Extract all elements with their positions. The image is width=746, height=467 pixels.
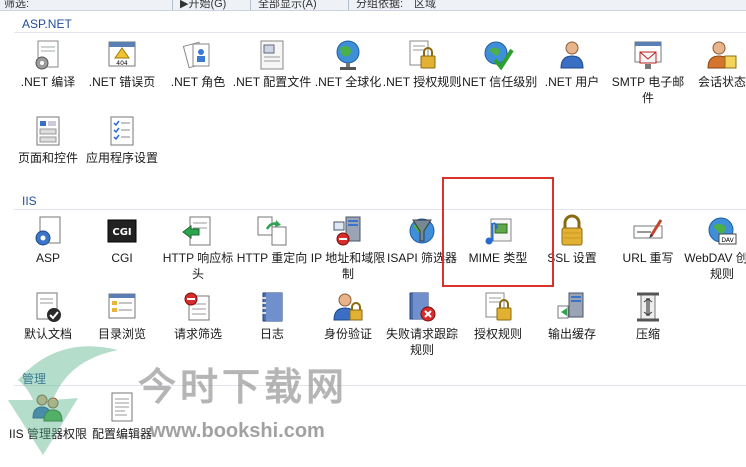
feature-logging[interactable]: 日志 [232, 290, 312, 366]
pages-controls-icon [36, 116, 60, 146]
isapi-filter-icon [409, 218, 435, 244]
section-divider [14, 32, 746, 33]
lock-document-icon [409, 40, 436, 69]
output-caching-icon [557, 292, 584, 319]
feature-net-users[interactable]: .NET 用户 [532, 38, 612, 114]
failed-request-tracing-icon [409, 292, 436, 322]
asp-icon [35, 216, 61, 246]
feature-session-state[interactable]: 会话状态 [682, 38, 746, 114]
toolbar-separator [250, 0, 251, 10]
ip-restrictions-icon [333, 216, 361, 246]
http-redirect-icon [257, 216, 287, 246]
watermark-url: www.bookshi.com [150, 420, 325, 442]
net-compile-icon [35, 40, 59, 70]
feature-cgi[interactable]: CGI CGI [82, 214, 162, 290]
webdav-icon: DAV [708, 217, 737, 245]
trust-level-icon [484, 41, 514, 71]
svg-text:DAV: DAV [721, 237, 734, 244]
feature-pages-controls[interactable]: 页面和控件 [8, 114, 88, 190]
feature-http-redirect[interactable]: HTTP 重定向 [232, 214, 312, 290]
url-rewrite-icon [633, 219, 663, 239]
compression-icon [637, 292, 659, 322]
feature-net-profile[interactable]: .NET 配置文件 [232, 38, 312, 114]
feature-mime-types[interactable]: MIME 类型 [458, 214, 538, 290]
authorization-rules-icon [485, 292, 512, 321]
feature-request-filtering[interactable]: 请求筛选 [158, 290, 238, 366]
watermark-logo-icon [8, 346, 118, 455]
toolbar-separator [348, 0, 349, 10]
filter-toolbar: 筛选: ▶开始(G) 全部显示(A) 分组依据: 区域 [0, 0, 746, 11]
group-by-label: 分组依据: [356, 0, 404, 10]
filter-label: 筛选: [4, 0, 30, 10]
feature-authentication[interactable]: 身份验证 [308, 290, 388, 366]
globe-icon [336, 40, 360, 70]
feature-url-rewrite[interactable]: URL 重写 [608, 214, 688, 290]
feature-output-caching[interactable]: 输出缓存 [532, 290, 612, 366]
feature-ssl-settings[interactable]: SSL 设置 [532, 214, 612, 290]
net-roles-icon [182, 41, 210, 69]
http-headers-icon [182, 216, 211, 246]
feature-smtp-email[interactable]: SMTP 电子邮件 [608, 38, 688, 114]
feature-net-error-pages[interactable]: 404 .NET 错误页 [82, 38, 162, 114]
logging-icon [262, 292, 283, 322]
error-page-404-icon: 404 [108, 41, 136, 67]
group-by-value[interactable]: 区域 [414, 0, 436, 10]
feature-asp[interactable]: ASP [8, 214, 88, 290]
feature-net-roles[interactable]: .NET 角色 [158, 38, 238, 114]
authentication-icon [333, 293, 363, 321]
feature-compression[interactable]: 压缩 [608, 290, 688, 366]
feature-net-authorization-rules[interactable]: .NET 授权规则 [382, 38, 462, 114]
feature-authorization-rules[interactable]: 授权规则 [458, 290, 538, 366]
mime-types-icon [485, 218, 512, 245]
toolbar-separator [172, 0, 173, 10]
default-document-icon [36, 292, 61, 322]
ssl-lock-icon [561, 214, 583, 246]
show-all-button[interactable]: 全部显示(A) [258, 0, 317, 10]
watermark-text: 今时下载网 [138, 364, 349, 409]
feature-application-settings[interactable]: 应用程序设置 [82, 114, 162, 190]
user-icon [560, 41, 584, 69]
feature-net-globalization[interactable]: .NET 全球化 [308, 38, 388, 114]
feature-ip-domain-restrictions[interactable]: IP 地址和域限制 [308, 214, 388, 290]
feature-net-compile[interactable]: .NET 编译 [8, 38, 88, 114]
feature-http-response-headers[interactable]: HTTP 响应标头 [158, 214, 238, 290]
net-profile-icon [260, 40, 284, 70]
feature-isapi-filters[interactable]: ISAPI 筛选器 [382, 214, 462, 290]
section-divider [14, 209, 746, 210]
feature-webdav-authoring-rules[interactable]: DAV WebDAV 创作规则 [682, 214, 746, 290]
start-button[interactable]: ▶开始(G) [180, 0, 226, 10]
feature-failed-request-tracing[interactable]: 失败请求跟踪规则 [382, 290, 462, 366]
smtp-email-icon [634, 41, 662, 69]
feature-net-trust-levels[interactable]: .NET 信任级别 [458, 38, 538, 114]
request-filtering-icon [184, 292, 210, 321]
section-title-iis: IIS [22, 194, 37, 208]
cgi-icon: CGI [107, 219, 137, 243]
session-state-icon [707, 41, 737, 69]
svg-text:404: 404 [116, 60, 128, 67]
directory-browsing-icon [108, 293, 136, 319]
app-settings-icon [110, 116, 134, 146]
section-title-aspnet: ASP.NET [22, 17, 72, 31]
svg-text:CGI: CGI [112, 227, 131, 238]
